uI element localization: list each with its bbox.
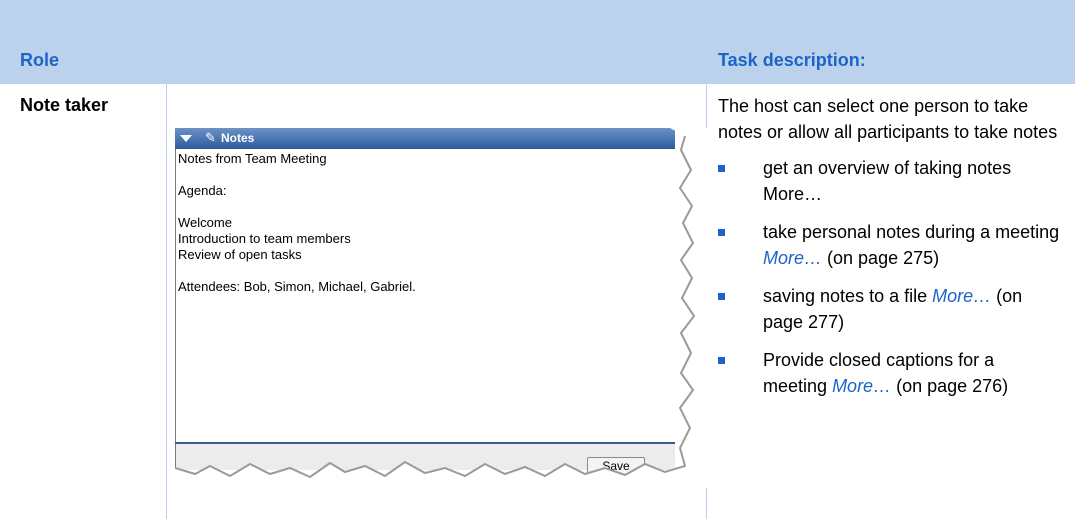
notes-text-area[interactable]: Notes from Team Meeting Agenda: Welcome … — [175, 149, 675, 442]
more-link[interactable]: More… — [932, 286, 991, 306]
column-divider — [706, 84, 707, 519]
notes-titlebar: ✎ Notes — [175, 128, 675, 149]
notes-line — [178, 199, 675, 215]
task-list: get an overview of taking notes More… ta… — [718, 155, 1063, 399]
task-intro: The host can select one person to take n… — [718, 96, 1058, 142]
bullet-icon — [718, 357, 725, 364]
notes-line — [178, 263, 675, 279]
notes-title: Notes — [221, 131, 255, 145]
notes-footer: Save — [175, 444, 675, 475]
bullet-icon — [718, 229, 725, 236]
more-link[interactable]: More… — [763, 248, 822, 268]
notes-line — [178, 167, 675, 183]
list-item: saving notes to a file More… (on page 27… — [718, 283, 1063, 335]
column-divider — [166, 84, 167, 519]
bullet-icon — [718, 165, 725, 172]
collapse-arrow-icon[interactable] — [180, 135, 192, 142]
task-text: take personal notes during a meeting — [763, 222, 1060, 242]
page-reference: (on page 275) — [827, 248, 940, 268]
list-item: Provide closed captions for a meeting Mo… — [718, 347, 1063, 399]
role-column-header: Role — [20, 50, 60, 70]
notes-line: Welcome — [178, 215, 232, 230]
task-text: saving notes to a file — [763, 286, 928, 306]
list-item: get an overview of taking notes More… — [718, 155, 1063, 207]
bullet-icon — [718, 293, 725, 300]
page-reference: (on page 276) — [896, 376, 1009, 396]
notes-line: Agenda: — [178, 183, 227, 198]
task-column-header: Task description: — [718, 50, 866, 70]
task-text: get an overview of taking notes More… — [763, 158, 1012, 204]
table-header-row — [0, 0, 1075, 84]
list-item: take personal notes during a meeting Mor… — [718, 219, 1063, 271]
more-link[interactable]: More… — [832, 376, 891, 396]
notes-line: Introduction to team members — [178, 231, 351, 246]
notes-line: Review of open tasks — [178, 247, 302, 262]
task-description: The host can select one person to take n… — [718, 93, 1063, 411]
notes-icon: ✎ — [205, 130, 216, 145]
role-name: Note taker — [20, 95, 109, 115]
notes-line: Attendees: Bob, Simon, Michael, Gabriel. — [178, 279, 416, 294]
notes-line: Notes from Team Meeting — [178, 151, 327, 166]
save-button[interactable]: Save — [587, 457, 645, 475]
